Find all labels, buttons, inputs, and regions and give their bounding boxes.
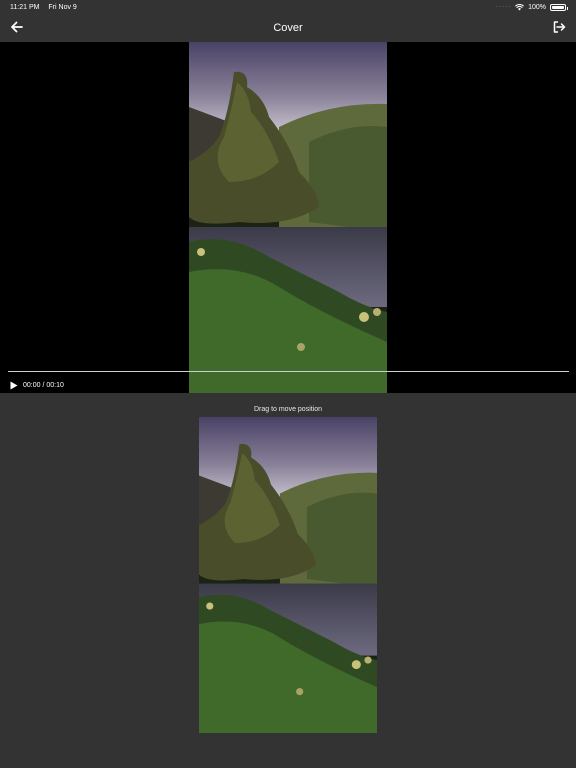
battery-percent: 100% [528,3,546,11]
video-image [189,42,387,393]
cover-preview[interactable] [199,417,377,733]
battery-icon [550,3,568,11]
status-left: 11:21 PM Fri Nov 9 [10,4,84,11]
status-date: Fri Nov 9 [48,3,77,11]
cover-image [199,417,377,733]
status-right: ····· 100% [496,3,568,11]
arrow-left-icon[interactable] [10,20,24,34]
signal-icon: ····· [496,4,512,10]
player-controls: 00:00 / 00:10 [10,381,64,390]
sign-out-icon[interactable] [552,20,566,34]
time-display: 00:00 / 00:10 [23,382,64,389]
play-icon[interactable] [10,381,18,390]
progress-scrubber[interactable] [8,371,569,372]
video-player[interactable]: 00:00 / 00:10 [0,42,576,393]
drag-hint: Drag to move position [253,406,323,413]
wifi-icon [515,3,525,10]
page-title: Cover [273,22,303,34]
video-frame [189,42,387,393]
status-bar: 11:21 PM Fri Nov 9 ····· 100% [0,0,576,14]
status-time: 11:21 PM [10,3,40,11]
navigation-bar: Cover [0,14,576,42]
